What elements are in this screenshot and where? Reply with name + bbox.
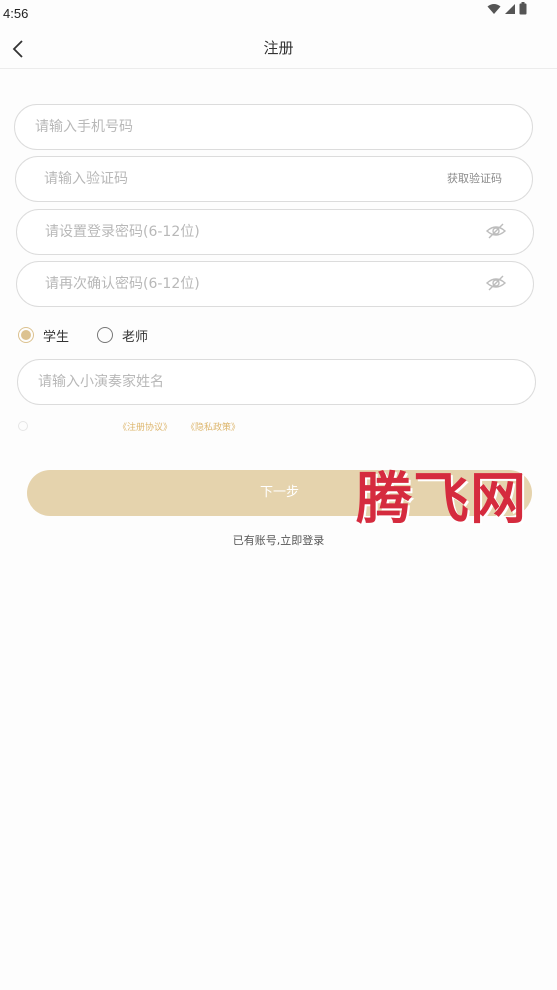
role-selector: 学生 老师 <box>18 324 148 346</box>
name-field <box>17 359 536 405</box>
student-radio[interactable] <box>18 327 34 343</box>
verify-code-field: 获取验证码 <box>15 156 533 202</box>
confirm-password-field <box>16 261 534 307</box>
wifi-icon <box>487 3 501 14</box>
student-label[interactable]: 学生 <box>43 326 69 345</box>
teacher-label[interactable]: 老师 <box>122 326 148 345</box>
password-field <box>16 209 534 255</box>
battery-icon <box>519 2 527 15</box>
get-code-button[interactable]: 获取验证码 <box>447 170 502 186</box>
status-time: 4:56 <box>3 6 29 21</box>
login-link[interactable]: 已有账号,立即登录 <box>0 532 557 548</box>
privacy-policy-link[interactable]: 《隐私政策》 <box>186 420 240 433</box>
confirm-password-input[interactable] <box>43 262 409 306</box>
register-agreement-link[interactable]: 《注册协议》 <box>118 420 172 433</box>
eye-off-icon[interactable] <box>485 273 507 293</box>
status-bar: 4:56 <box>0 0 557 28</box>
eye-off-icon[interactable] <box>485 221 507 241</box>
password-input[interactable] <box>43 210 409 254</box>
nav-bar: 注册 <box>0 28 557 69</box>
name-input[interactable] <box>36 360 402 404</box>
watermark-logo: 腾飞网 <box>356 466 527 532</box>
teacher-radio[interactable] <box>97 327 114 343</box>
agree-checkbox[interactable] <box>18 421 28 431</box>
agreement-row: 《注册协议》 《隐私政策》 <box>18 418 254 434</box>
verify-code-input[interactable] <box>42 157 408 201</box>
status-icons <box>487 2 527 15</box>
phone-input[interactable] <box>33 105 399 149</box>
page-title: 注册 <box>263 39 294 57</box>
signal-icon <box>505 3 515 14</box>
radio-dot <box>21 330 31 340</box>
phone-field <box>14 104 533 150</box>
